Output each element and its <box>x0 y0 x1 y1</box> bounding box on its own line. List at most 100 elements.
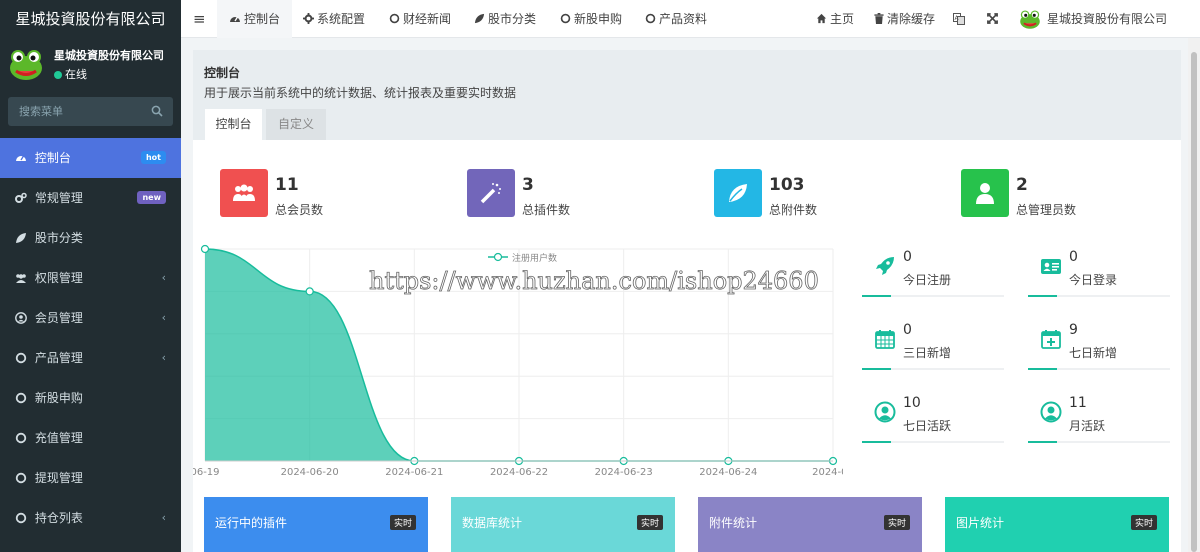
tab-finance-news[interactable]: 财经新闻 <box>389 0 451 38</box>
realtime-badge: 实时 <box>883 515 910 530</box>
circle-icon <box>15 392 27 403</box>
menu-toggle-button[interactable]: ≡ <box>193 0 206 38</box>
stat-icon-box <box>714 169 762 217</box>
mini-stat-today-login: 0 今日登录 <box>1028 249 1170 309</box>
page-title: 控制台 <box>204 66 241 80</box>
translate-icon: A <box>953 12 965 25</box>
group-icon <box>16 273 26 283</box>
sidebar-item-label: 新股申购 <box>34 391 83 405</box>
home-label: 主页 <box>830 12 855 26</box>
card-title: 运行中的插件 <box>215 516 288 530</box>
tab-custom[interactable]: 自定义 <box>266 109 326 140</box>
sidebar-search <box>8 97 173 126</box>
data-point <box>305 287 314 296</box>
chevron-left-icon: ‹ <box>161 311 166 324</box>
sidebar-item-ipo[interactable]: 新股申购 <box>0 378 181 418</box>
user-status: 在线 <box>54 66 181 82</box>
main-content: 控制台 用于展示当前系统中的统计数据、统计报表及重要实时数据 控制台 自定义 1… <box>190 50 1181 552</box>
mini-stat-seven-day-active: 10 七日活跃 <box>862 395 1004 455</box>
user-menu-name: 星城投資股份有限公司 <box>1047 12 1168 26</box>
dashboard-icon <box>230 16 240 22</box>
sidebar-item-general[interactable]: 常规管理 new <box>0 178 181 218</box>
clear-cache-button[interactable]: 清除缓存 <box>874 0 935 38</box>
card-image-stats[interactable]: 图片统计 实时 <box>945 497 1169 552</box>
language-button[interactable]: A <box>953 0 968 38</box>
user-circle-icon <box>874 401 896 423</box>
tab-system-config[interactable]: 系统配置 <box>303 0 365 38</box>
sidebar-item-label: 权限管理 <box>34 271 83 285</box>
stat-value: 103 <box>769 175 805 195</box>
users-icon <box>233 184 255 201</box>
x-tick-label: 2024-06-20 <box>281 467 339 478</box>
calendar-plus-icon <box>1041 330 1061 349</box>
mini-stat-value: 9 <box>1069 322 1078 338</box>
trash-icon <box>874 13 884 24</box>
stat-label: 总附件数 <box>769 203 818 217</box>
sidebar-item-positions[interactable]: 持仓列表 ‹ <box>0 498 181 538</box>
rocket-icon <box>876 257 894 275</box>
card-running-plugins[interactable]: 运行中的插件 实时 <box>204 497 428 552</box>
sidebar-menu: 控制台 hot 常规管理 new 股市分类 权限管理 ‹ 会员管理 ‹ 产品管理… <box>0 138 181 538</box>
circle-icon <box>15 512 27 523</box>
x-tick-label: 2024-06 <box>812 467 843 478</box>
user-menu[interactable]: 星城投資股份有限公司 <box>1019 0 1167 38</box>
mini-stat-label: 今日登录 <box>1069 273 1118 287</box>
sidebar-item-dashboard[interactable]: 控制台 hot <box>0 138 181 178</box>
card-database-stats[interactable]: 数据库统计 实时 <box>451 497 675 552</box>
sidebar-item-label: 控制台 <box>34 151 71 165</box>
gear-icon <box>303 13 314 24</box>
panel-heading: 控制台 用于展示当前系统中的统计数据、统计报表及重要实时数据 <box>193 50 1181 140</box>
tab-label: 产品资料 <box>659 12 708 26</box>
circle-icon <box>15 472 27 483</box>
mini-stat-value: 0 <box>903 249 912 265</box>
mini-stat-label: 七日活跃 <box>903 419 952 433</box>
sidebar-item-members[interactable]: 会员管理 ‹ <box>0 298 181 338</box>
mini-stat-value: 11 <box>1069 395 1087 411</box>
tab-dashboard[interactable]: 控制台 <box>217 0 293 38</box>
card-title: 数据库统计 <box>462 516 523 530</box>
mini-stat-label: 七日新增 <box>1069 346 1118 360</box>
mini-stat-value: 0 <box>1069 249 1078 265</box>
clear-cache-label: 清除缓存 <box>887 12 936 26</box>
mini-stat-divider <box>1028 441 1170 443</box>
tab-product-info[interactable]: 产品资料 <box>645 0 707 38</box>
mini-stat-label: 今日注册 <box>903 273 952 287</box>
brand-logo[interactable]: 星城投資股份有限公司 <box>0 0 181 38</box>
sidebar-item-products[interactable]: 产品管理 ‹ <box>0 338 181 378</box>
leaf-icon <box>16 232 26 243</box>
stat-value: 2 <box>1016 175 1028 195</box>
scrollbar-thumb[interactable] <box>1191 52 1197 552</box>
tab-dashboard-panel[interactable]: 控制台 <box>205 109 262 140</box>
search-icon[interactable] <box>151 105 163 117</box>
mini-stat-today-register: 0 今日注册 <box>862 249 1004 309</box>
hamburger-icon: ≡ <box>193 10 206 28</box>
stat-label: 总管理员数 <box>1016 203 1077 217</box>
card-title: 附件统计 <box>709 516 758 530</box>
tab-ipo[interactable]: 新股申购 <box>560 0 622 38</box>
stat-icon-box <box>220 169 268 217</box>
x-tick-label: 2024-06-22 <box>490 467 548 478</box>
fullscreen-button[interactable] <box>987 0 1001 38</box>
avatar <box>1020 9 1040 29</box>
user-panel: 星城投資股份有限公司 在线 <box>0 38 181 90</box>
home-icon <box>816 13 827 24</box>
tab-label: 财经新闻 <box>403 12 452 26</box>
card-attachment-stats[interactable]: 附件统计 实时 <box>698 497 922 552</box>
sidebar-item-withdraw[interactable]: 提现管理 <box>0 458 181 498</box>
home-link[interactable]: 主页 <box>816 0 854 38</box>
tab-stock-category[interactable]: 股市分类 <box>474 0 536 38</box>
calendar-icon <box>875 330 895 349</box>
tab-label: 控制台 <box>244 12 281 26</box>
tab-label: 新股申购 <box>574 12 623 26</box>
magic-icon <box>480 183 501 204</box>
online-dot-icon <box>54 71 62 79</box>
legend-label: 注册用户数 <box>512 252 557 264</box>
mini-stat-divider <box>1028 368 1170 370</box>
page-scrollbar[interactable] <box>1188 38 1200 552</box>
sidebar-item-permissions[interactable]: 权限管理 ‹ <box>0 258 181 298</box>
page-description: 用于展示当前系统中的统计数据、统计报表及重要实时数据 <box>204 86 517 100</box>
realtime-badge: 实时 <box>1130 515 1157 530</box>
sidebar-item-recharge[interactable]: 充值管理 <box>0 418 181 458</box>
sidebar-item-stock-category[interactable]: 股市分类 <box>0 218 181 258</box>
search-input[interactable] <box>8 97 143 126</box>
